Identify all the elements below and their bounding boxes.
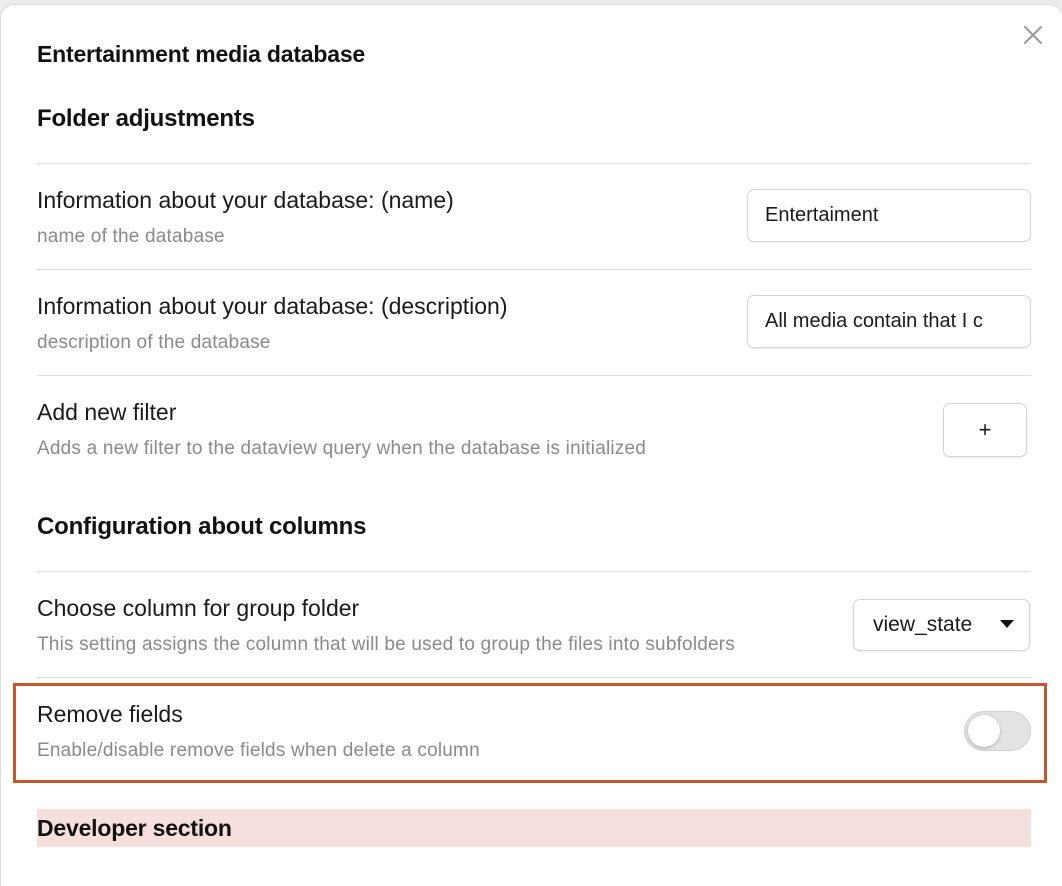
setting-group-folder-description: This setting assigns the column that wil… [37, 634, 736, 655]
divider [37, 677, 1031, 678]
section-heading-folder: Folder adjustments [37, 105, 255, 132]
group-folder-select[interactable]: view_state [853, 599, 1030, 651]
database-description-input[interactable] [747, 295, 1031, 348]
setting-remove-fields-label: Remove fields [37, 701, 183, 727]
settings-modal: Entertainment media database Folder adju… [0, 4, 1062, 886]
setting-filter-label: Add new filter [37, 399, 177, 425]
group-folder-select-value: view_state [873, 613, 973, 636]
setting-description-label: Information about your database: (descri… [37, 293, 508, 319]
caret-down-icon [1000, 620, 1014, 628]
developer-section-header: Developer section [37, 809, 1031, 847]
setting-filter-description: Adds a new filter to the dataview query … [37, 438, 647, 459]
remove-fields-toggle[interactable] [964, 711, 1031, 751]
close-icon [1024, 26, 1042, 44]
close-button[interactable] [1019, 21, 1047, 49]
remove-fields-highlight [13, 683, 1047, 783]
setting-remove-fields-description: Enable/disable remove fields when delete… [37, 740, 480, 761]
divider [37, 571, 1031, 572]
section-heading-developer: Developer section [37, 815, 232, 841]
divider [37, 163, 1031, 164]
divider [37, 375, 1031, 376]
database-name-input[interactable] [747, 189, 1031, 242]
section-heading-columns: Configuration about columns [37, 513, 367, 540]
toggle-knob [968, 715, 1000, 747]
setting-group-folder-label: Choose column for group folder [37, 595, 360, 621]
setting-name-label: Information about your database: (name) [37, 187, 454, 213]
add-filter-button[interactable]: + [943, 403, 1027, 457]
setting-name-description: name of the database [37, 226, 225, 247]
divider [37, 269, 1031, 270]
modal-title: Entertainment media database [37, 41, 366, 67]
setting-description-description: description of the database [37, 332, 271, 353]
